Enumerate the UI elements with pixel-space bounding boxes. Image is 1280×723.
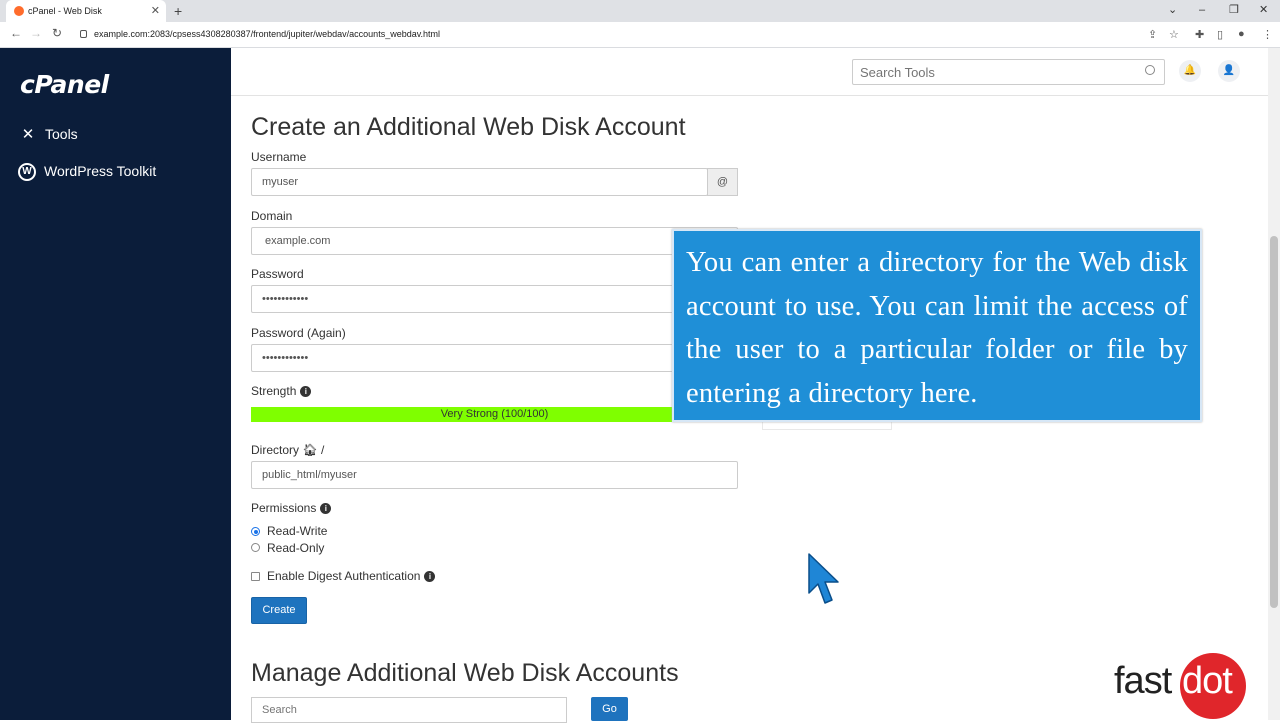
profile-icon[interactable]: ● <box>1238 28 1245 40</box>
password-again-input[interactable]: •••••••••••• <box>251 344 738 372</box>
tab-close-icon[interactable]: ✕ <box>151 0 160 22</box>
sidebar-item-wordpress-toolkit[interactable]: W WordPress Toolkit <box>18 160 156 182</box>
sidepanel-icon[interactable]: ▯ <box>1217 28 1223 41</box>
browser-tab[interactable]: cPanel - Web Disk ✕ <box>6 0 166 22</box>
forward-icon[interactable]: → <box>30 26 42 40</box>
directory-label: Directory 🏠︎ / <box>251 443 324 457</box>
home-icon: 🏠︎ <box>302 443 318 457</box>
read-write-label[interactable]: Read-Write <box>267 524 327 538</box>
cpanel-logo[interactable]: cPanel <box>20 70 109 99</box>
digest-auth-checkbox[interactable] <box>251 572 260 581</box>
watermark-text-fast: fast <box>1114 660 1172 702</box>
info-icon[interactable]: i <box>320 503 332 515</box>
strength-label: Strength i <box>251 384 312 398</box>
password-again-label: Password (Again) <box>251 326 346 340</box>
top-header: 🔔 👤 <box>231 48 1280 96</box>
new-tab-icon[interactable]: + <box>174 0 182 22</box>
sidebar-item-label: WordPress Toolkit <box>44 163 157 179</box>
strength-text: Very Strong (100/100) <box>440 408 549 420</box>
directory-label-text: Directory <box>251 443 300 457</box>
browser-menu-icon[interactable]: ⋮ <box>1262 28 1273 41</box>
bookmark-star-icon[interactable]: ☆ <box>1169 28 1179 41</box>
domain-label: Domain <box>251 209 293 223</box>
window-close-icon[interactable]: ✕ <box>1259 0 1268 20</box>
callout-text: You can enter a directory for the Web di… <box>686 247 1188 409</box>
tab-title: cPanel - Web Disk <box>28 6 102 16</box>
page-title: Create an Additional Web Disk Account <box>251 113 686 141</box>
domain-select[interactable]: example.com <box>251 227 738 255</box>
accounts-search-input[interactable] <box>251 697 567 723</box>
watermark-text-dot: dot <box>1182 660 1233 702</box>
notifications-bell-icon[interactable]: 🔔 <box>1179 60 1201 82</box>
read-only-label[interactable]: Read-Only <box>267 541 324 555</box>
manage-section-title: Manage Additional Web Disk Accounts <box>251 659 679 687</box>
browser-tab-strip: cPanel - Web Disk ✕ + ⌄ – ❐ ✕ <box>0 0 1280 22</box>
wordpress-icon: W <box>18 163 36 182</box>
info-icon[interactable]: i <box>300 386 312 398</box>
minimize-icon[interactable]: – <box>1199 0 1205 20</box>
mouse-cursor-icon <box>808 553 839 604</box>
info-icon[interactable]: i <box>424 571 436 583</box>
strength-label-text: Strength <box>251 384 297 398</box>
read-only-radio[interactable] <box>251 543 260 552</box>
digest-auth-label[interactable]: Enable Digest Authentication i <box>267 569 436 583</box>
back-icon[interactable]: ← <box>10 26 22 40</box>
digest-auth-label-text: Enable Digest Authentication <box>267 569 421 583</box>
password-label: Password <box>251 267 304 281</box>
sidebar-item-label: Tools <box>45 126 78 142</box>
share-icon[interactable]: ⇪ <box>1148 28 1157 41</box>
url-text: example.com:2083/cpsess4308280387/fronte… <box>94 29 441 39</box>
sidebar-item-tools[interactable]: ✕ Tools <box>18 123 78 145</box>
user-account-icon[interactable]: 👤 <box>1218 60 1240 82</box>
permissions-label-text: Permissions <box>251 501 317 515</box>
tools-icon: ✕ <box>21 126 35 143</box>
tutorial-callout: You can enter a directory for the Web di… <box>672 229 1202 422</box>
create-button[interactable]: Create <box>251 597 307 624</box>
restore-icon[interactable]: ❐ <box>1229 0 1239 20</box>
permissions-label: Permissions i <box>251 501 332 515</box>
reload-icon[interactable]: ↻ <box>52 26 62 40</box>
sidebar: cPanel ✕ Tools W WordPress Toolkit <box>0 48 231 720</box>
password-input[interactable]: •••••••••••• <box>251 285 738 313</box>
search-icon[interactable] <box>1145 65 1155 75</box>
at-symbol-addon: @ <box>707 168 738 196</box>
address-bar-row: ← → ↻ example.com:2083/cpsess4308280387/… <box>0 22 1280 48</box>
extensions-icon[interactable]: ✚ <box>1195 28 1204 41</box>
tab-search-icon[interactable]: ⌄ <box>1168 0 1177 20</box>
username-input[interactable]: myuser <box>251 168 708 196</box>
username-label: Username <box>251 150 307 164</box>
scrollbar-thumb[interactable] <box>1270 236 1278 608</box>
go-button[interactable]: Go <box>591 697 628 721</box>
read-write-radio[interactable] <box>251 527 260 536</box>
directory-input[interactable]: public_html/myuser <box>251 461 738 489</box>
directory-separator: / <box>320 443 325 457</box>
search-tools-input[interactable] <box>852 59 1165 85</box>
cpanel-favicon-icon <box>14 6 24 16</box>
url-field[interactable]: example.com:2083/cpsess4308280387/fronte… <box>74 25 1274 44</box>
lock-icon <box>80 30 87 38</box>
